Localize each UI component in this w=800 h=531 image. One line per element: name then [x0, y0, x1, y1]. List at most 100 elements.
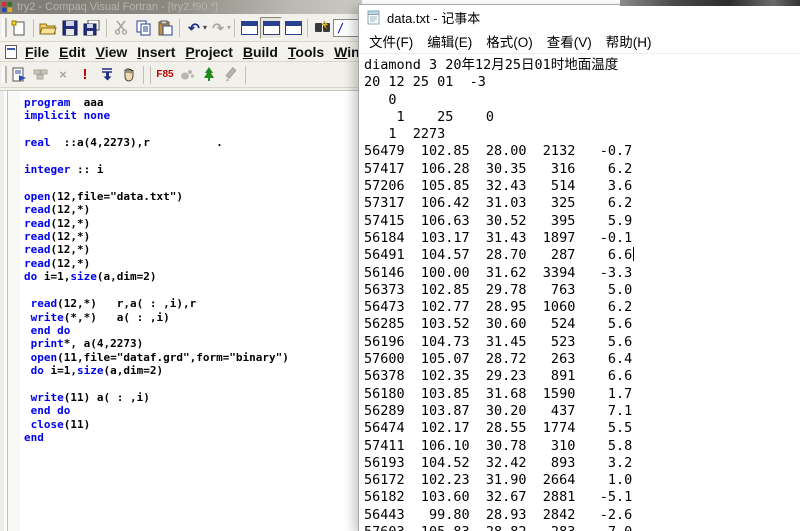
toolbar-separator	[245, 66, 246, 84]
notepad-text-line: 56373 102.85 29.78 763 5.0	[364, 282, 800, 299]
code-line: end	[24, 431, 362, 444]
paste-button[interactable]	[154, 17, 176, 39]
f85-button[interactable]: F85	[154, 64, 176, 86]
pause-hand-button[interactable]	[118, 64, 140, 86]
cut-button[interactable]	[110, 17, 132, 39]
document-window-icon[interactable]	[5, 45, 17, 59]
notepad-menu-item-3[interactable]: 查看(V)	[540, 31, 599, 51]
find-in-files-button[interactable]	[311, 17, 333, 39]
notepad-text-line: 56474 102.17 28.55 1774 5.5	[364, 420, 800, 437]
text-cursor	[633, 247, 634, 261]
code-line: read(12,*)	[24, 230, 362, 243]
code-line	[24, 176, 362, 189]
ide-standard-toolbar: ↶ ▾ ↷ ▾	[0, 14, 362, 42]
menu-item-build[interactable]: Build	[238, 44, 283, 60]
toolbar-separator	[106, 19, 107, 37]
notepad-text-line: 56182 103.60 32.67 2881 -5.1	[364, 489, 800, 506]
stop-build-button[interactable]: ×	[52, 64, 74, 86]
toolbar-separator	[143, 66, 144, 84]
cvf-app-icon	[2, 2, 13, 13]
redo-dropdown-arrow[interactable]: ▾	[227, 23, 231, 32]
green-tree-icon	[203, 67, 215, 82]
code-line: close(11)	[24, 418, 362, 431]
notepad-text-line: 56491 104.57 28.70 287 6.6	[364, 247, 800, 264]
notepad-text-line: diamond 3 20年12月25日01时地面温度	[364, 57, 800, 74]
arrange-windows-button[interactable]	[282, 17, 304, 39]
toolbar-gripper[interactable]	[2, 66, 7, 83]
notepad-text-line: 57603 105.83 28.82 283 7.0	[364, 524, 800, 531]
code-area[interactable]: program aaaimplicit none real ::a(4,2273…	[24, 96, 362, 531]
code-line: open(11,file="dataf.grd",form="binary")	[24, 351, 362, 364]
notepad-window: data.txt - 记事本 文件(F)编辑(E)格式(O)查看(V)帮助(H)…	[358, 4, 800, 531]
window-hammer-icon	[263, 21, 280, 35]
browse-button[interactable]	[176, 64, 198, 86]
notepad-menu-item-0[interactable]: 文件(F)	[362, 31, 420, 51]
copy-button[interactable]	[132, 17, 154, 39]
paw-icon	[180, 68, 195, 81]
menu-item-file[interactable]: File	[20, 44, 54, 60]
notepad-menu-item-4[interactable]: 帮助(H)	[599, 31, 659, 51]
code-editor[interactable]: program aaaimplicit none real ::a(4,2273…	[0, 90, 362, 531]
code-line: read(12,*)	[24, 217, 362, 230]
workspace-window-button[interactable]	[238, 17, 260, 39]
notepad-text-line: 56378 102.35 29.23 891 6.6	[364, 368, 800, 385]
window-tile-icon	[285, 21, 302, 35]
new-document-icon	[11, 20, 27, 36]
go-button[interactable]	[96, 64, 118, 86]
build-button[interactable]	[30, 64, 52, 86]
toolbar-gripper[interactable]	[2, 18, 7, 37]
new-file-button[interactable]	[8, 17, 30, 39]
ide-window-title: try2 - Compaq Visual Fortran - [try2.f90…	[17, 1, 218, 14]
notepad-text-line: 56443 99.80 28.93 2842 -2.6	[364, 507, 800, 524]
code-line	[24, 150, 362, 163]
notepad-title-bar[interactable]: data.txt - 记事本	[359, 5, 800, 29]
notepad-text-line: 57600 105.07 28.72 263 6.4	[364, 351, 800, 368]
notepad-menu-item-2[interactable]: 格式(O)	[479, 31, 540, 51]
ide-title-bar[interactable]: try2 - Compaq Visual Fortran - [try2.f90…	[0, 0, 362, 14]
toolbar-separator	[179, 19, 180, 37]
ide-menu-bar-items: FileEditViewInsertProjectBuildToolsWindo…	[20, 44, 362, 60]
notepad-window-title: data.txt - 记事本	[387, 8, 480, 27]
save-all-icon	[83, 20, 101, 36]
execute-program-button[interactable]: !	[74, 64, 96, 86]
open-file-button[interactable]	[37, 17, 59, 39]
undo-button[interactable]: ↶	[183, 17, 205, 39]
notepad-text-area[interactable]: diamond 3 20年12月25日01时地面温度20 12 25 01 -3…	[359, 54, 800, 531]
notepad-menu-item-1[interactable]: 编辑(E)	[420, 31, 479, 51]
notepad-text-line: 56473 102.77 28.95 1060 6.2	[364, 299, 800, 316]
notepad-text-line: 1 2273	[364, 126, 800, 143]
notepad-text-line: 57411 106.10 30.78 310 5.8	[364, 438, 800, 455]
menu-item-project[interactable]: Project	[180, 44, 237, 60]
edit-pencil-button[interactable]	[220, 64, 242, 86]
save-button[interactable]	[59, 17, 81, 39]
code-line: write(*,*) a( : ,i)	[24, 311, 362, 324]
notepad-text-line: 56285 103.52 30.60 524 5.6	[364, 316, 800, 333]
undo-icon: ↶	[188, 21, 200, 35]
code-line: do i=1,size(a,dim=2)	[24, 364, 362, 377]
output-window-button[interactable]	[260, 17, 282, 39]
open-folder-icon	[39, 20, 57, 36]
copy-icon	[136, 20, 151, 36]
save-all-button[interactable]	[81, 17, 103, 39]
notepad-text-line: 56196 104.73 31.45 523 5.6	[364, 334, 800, 351]
redo-button[interactable]: ↷	[207, 17, 229, 39]
code-line: read(12,*)	[24, 203, 362, 216]
menu-item-edit[interactable]: Edit	[54, 44, 90, 60]
background-window-edge	[620, 0, 800, 6]
execute-icon: !	[83, 66, 88, 83]
code-line	[24, 284, 362, 297]
tree-button[interactable]	[198, 64, 220, 86]
notepad-text-line: 57206 105.85 32.43 514 3.6	[364, 178, 800, 195]
code-line: program aaa	[24, 96, 362, 109]
notepad-text-line: 57417 106.28 30.35 316 6.2	[364, 161, 800, 178]
notepad-text-line: 56479 102.85 28.00 2132 -0.7	[364, 143, 800, 160]
ide-menu-bar: FileEditViewInsertProjectBuildToolsWindo…	[0, 42, 362, 62]
menu-item-insert[interactable]: Insert	[132, 44, 180, 60]
code-line: end do	[24, 324, 362, 337]
menu-item-tools[interactable]: Tools	[283, 44, 329, 60]
pencil-icon	[224, 67, 239, 82]
paste-clipboard-icon	[158, 20, 173, 36]
menu-item-view[interactable]: View	[91, 44, 133, 60]
code-line	[24, 123, 362, 136]
compile-button[interactable]	[8, 64, 30, 86]
